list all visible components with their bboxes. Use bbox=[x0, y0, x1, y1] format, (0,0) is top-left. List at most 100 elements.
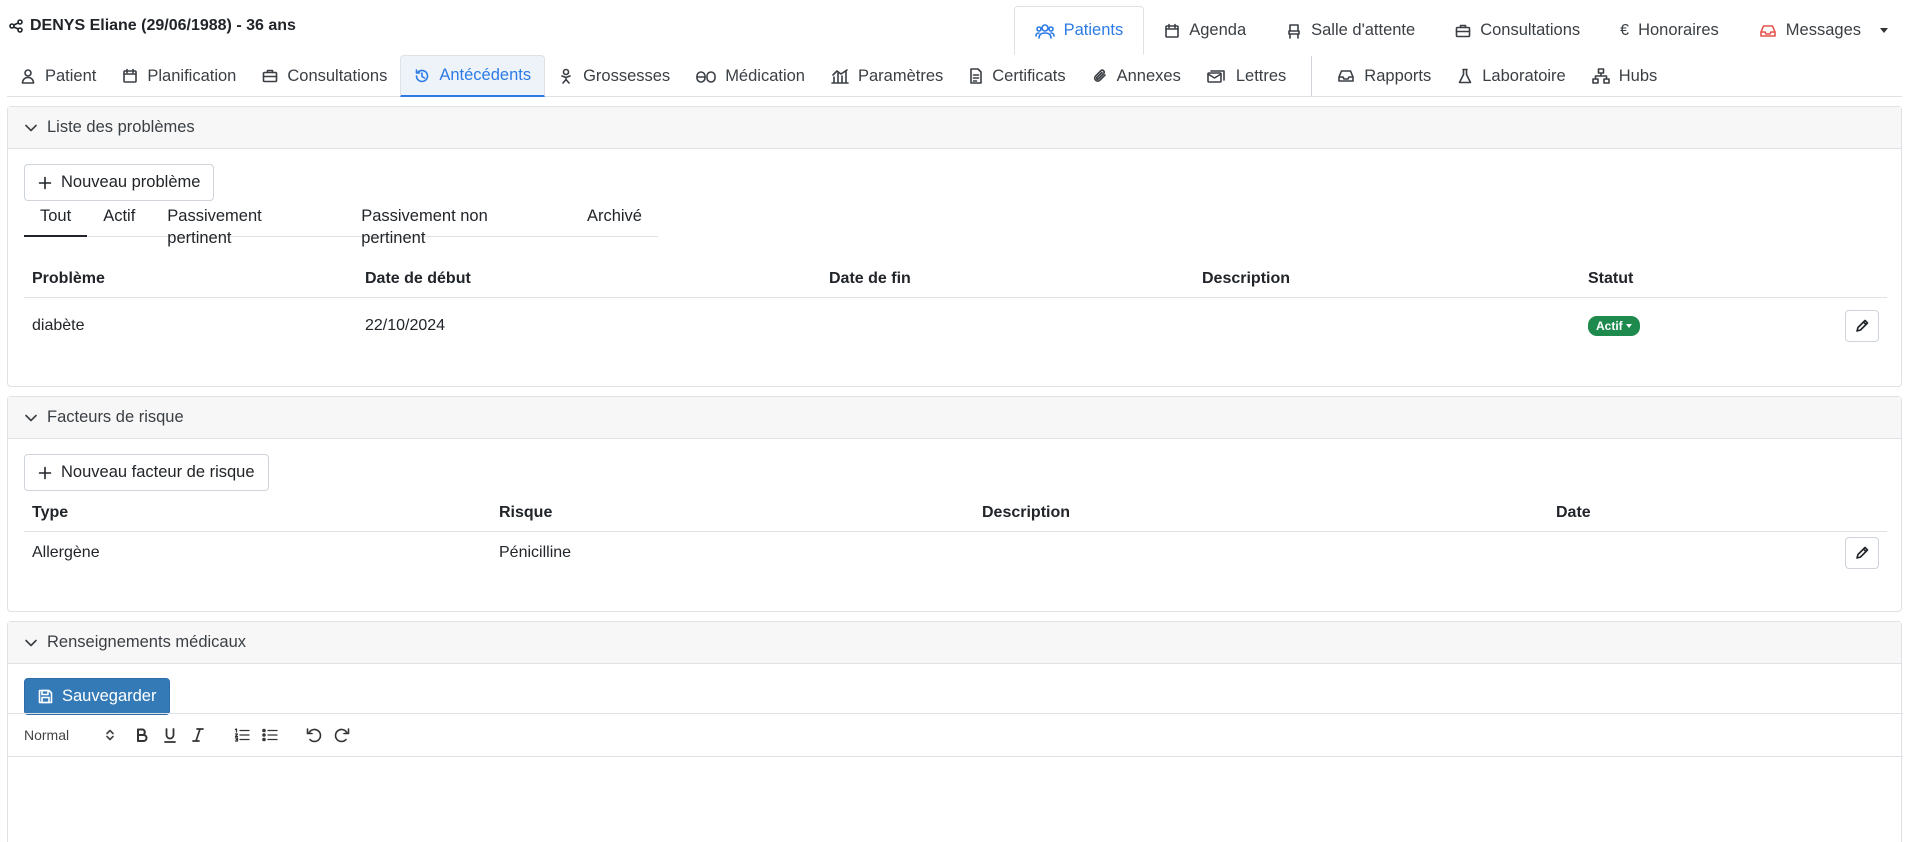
ordered-list-button[interactable] bbox=[228, 723, 256, 747]
tab-patient[interactable]: Patient bbox=[7, 55, 109, 97]
plus-icon bbox=[38, 466, 52, 480]
column-header: Date de fin bbox=[821, 261, 1194, 298]
risk-factors-panel-header[interactable]: Facteurs de risque bbox=[8, 397, 1901, 439]
plus-icon bbox=[38, 176, 52, 190]
chevron-down-icon bbox=[24, 636, 38, 650]
italic-icon bbox=[192, 728, 204, 742]
filter-passivement-non-pertinent[interactable]: Passivement non pertinent bbox=[345, 205, 571, 247]
tab-grossesses[interactable]: Grossesses bbox=[545, 55, 683, 97]
risk-cell: Pénicilline bbox=[499, 544, 572, 562]
topnav-agenda[interactable]: Agenda bbox=[1144, 6, 1266, 55]
type-cell: Allergène bbox=[32, 544, 100, 562]
filter-tout[interactable]: Tout bbox=[24, 205, 88, 237]
tab-medication[interactable]: Médication bbox=[683, 55, 818, 97]
risk-factors-panel: Facteurs de risque Nouveau facteur de ri… bbox=[7, 396, 1902, 612]
editor-content-area[interactable] bbox=[8, 757, 1903, 842]
tab-parametres[interactable]: Paramètres bbox=[818, 55, 956, 97]
tab-hubs[interactable]: Hubs bbox=[1579, 55, 1671, 97]
tab-label: Paramètres bbox=[857, 66, 944, 85]
panel-title: Renseignements médicaux bbox=[47, 633, 247, 651]
filter-passivement-pertinent[interactable]: Passivement pertinent bbox=[151, 205, 345, 247]
inbox-icon bbox=[1337, 68, 1355, 84]
sort-arrows-icon bbox=[106, 729, 114, 741]
column-header: Date de début bbox=[357, 261, 821, 298]
bold-button[interactable] bbox=[128, 723, 156, 747]
topnav-label: Patients bbox=[1063, 21, 1124, 39]
edit-problem-button[interactable] bbox=[1845, 310, 1879, 343]
table-row[interactable]: Allergène Pénicilline bbox=[24, 531, 1887, 575]
tab-antecedents[interactable]: Antécédents bbox=[400, 55, 546, 97]
patient-subnav: Patient Planification Consultations Anté… bbox=[7, 55, 1902, 97]
column-header: Description bbox=[1194, 261, 1580, 298]
history-icon bbox=[414, 68, 430, 84]
tab-rapports[interactable]: Rapports bbox=[1324, 55, 1444, 97]
inbox-icon bbox=[1759, 23, 1777, 39]
status-label: Actif bbox=[1596, 319, 1623, 334]
topnav-consultations[interactable]: Consultations bbox=[1435, 6, 1600, 55]
problem-filter-tabs: Tout Actif Passivement pertinent Passive… bbox=[24, 205, 658, 247]
filter-archive[interactable]: Archivé bbox=[571, 205, 658, 237]
patient-header[interactable]: DENYS Eliane (29/06/1988) - 36 ans bbox=[9, 17, 296, 35]
tab-label: Lettres bbox=[1235, 66, 1287, 85]
tab-lettres[interactable]: Lettres bbox=[1194, 55, 1299, 97]
column-header: Description bbox=[974, 495, 1548, 532]
table-row[interactable]: diabète 22/10/2024 Actif bbox=[24, 297, 1887, 355]
bullet-list-button[interactable] bbox=[256, 723, 284, 747]
tab-consultations[interactable]: Consultations bbox=[249, 55, 400, 97]
bold-icon bbox=[136, 728, 148, 742]
main-navigation: Patients Agenda Salle d'attente Consulta… bbox=[1013, 6, 1908, 55]
caret-down-icon bbox=[1625, 324, 1632, 329]
chevron-down-icon bbox=[1880, 28, 1888, 33]
tab-label: Antécédents bbox=[439, 66, 532, 84]
new-risk-factor-button[interactable]: Nouveau facteur de risque bbox=[24, 454, 269, 491]
panel-title: Liste des problèmes bbox=[47, 118, 195, 136]
topnav-waiting-room[interactable]: Salle d'attente bbox=[1266, 6, 1435, 55]
filter-actif[interactable]: Actif bbox=[87, 205, 151, 237]
problems-panel-header[interactable]: Liste des problèmes bbox=[8, 107, 1901, 149]
tab-label: Hubs bbox=[1618, 66, 1658, 85]
topnav-patients[interactable]: Patients bbox=[1013, 6, 1145, 55]
topnav-label: Honoraires bbox=[1638, 21, 1719, 39]
table-header-row: Problème Date de début Date de fin Descr… bbox=[24, 261, 1887, 298]
actions-cell bbox=[1837, 297, 1887, 355]
button-label: Sauvegarder bbox=[62, 687, 157, 705]
new-problem-button[interactable]: Nouveau problème bbox=[24, 164, 215, 201]
underline-icon bbox=[164, 727, 176, 743]
bar-chart-icon bbox=[831, 68, 849, 84]
topnav-label: Salle d'attente bbox=[1311, 21, 1416, 39]
medical-info-panel-header[interactable]: Renseignements médicaux bbox=[8, 622, 1901, 664]
tab-certificats[interactable]: Certificats bbox=[956, 55, 1078, 97]
calendar-icon bbox=[122, 68, 138, 84]
problem-cell: diabète bbox=[32, 317, 85, 335]
description-cell bbox=[974, 531, 1548, 575]
save-button[interactable]: Sauvegarder bbox=[24, 678, 171, 715]
tab-label: Certificats bbox=[992, 66, 1066, 85]
baby-icon bbox=[558, 68, 574, 84]
italic-button[interactable] bbox=[184, 723, 212, 747]
undo-button[interactable] bbox=[300, 723, 328, 747]
flask-icon bbox=[1457, 68, 1473, 84]
topnav-fees[interactable]: € Honoraires bbox=[1600, 6, 1739, 55]
status-badge[interactable]: Actif bbox=[1588, 316, 1640, 337]
end-date-cell bbox=[821, 297, 1194, 355]
user-icon bbox=[20, 68, 36, 84]
redo-button[interactable] bbox=[328, 723, 356, 747]
topnav-messages[interactable]: Messages bbox=[1739, 6, 1908, 55]
topnav-label: Messages bbox=[1785, 21, 1861, 39]
capsules-icon bbox=[696, 68, 716, 84]
underline-button[interactable] bbox=[156, 723, 184, 747]
file-text-icon bbox=[969, 68, 983, 84]
tab-laboratoire[interactable]: Laboratoire bbox=[1444, 55, 1578, 97]
column-header-actions bbox=[1837, 261, 1887, 298]
euro-icon: € bbox=[1620, 21, 1630, 39]
tab-planification[interactable]: Planification bbox=[109, 55, 249, 97]
format-select[interactable]: Normal bbox=[24, 727, 114, 743]
pencil-icon bbox=[1855, 546, 1869, 560]
format-select-value: Normal bbox=[24, 727, 70, 743]
tab-annexes[interactable]: Annexes bbox=[1079, 55, 1194, 97]
undo-icon bbox=[305, 726, 323, 744]
button-label: Nouveau problème bbox=[61, 173, 201, 191]
paperclip-icon bbox=[1092, 68, 1108, 84]
edit-risk-button[interactable] bbox=[1845, 537, 1879, 570]
save-icon bbox=[38, 689, 53, 704]
